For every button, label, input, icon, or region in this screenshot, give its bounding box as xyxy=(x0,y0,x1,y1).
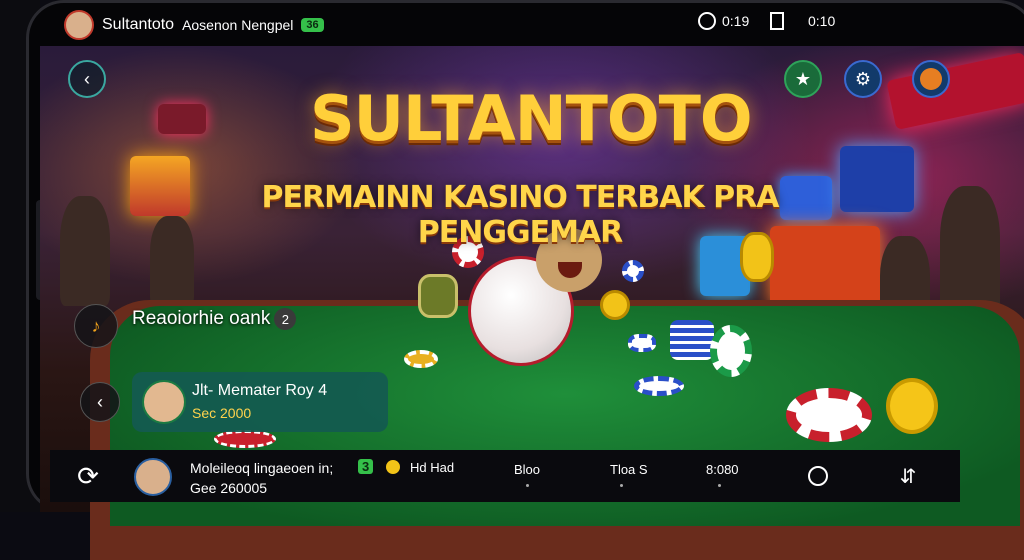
status-bar: Sultantoto Aosenon Nengpel 36 xyxy=(64,10,324,40)
status-username: Sultantoto xyxy=(102,16,175,33)
settings-button[interactable]: ⚙ xyxy=(844,60,882,98)
replay-prompt[interactable]: Reaoiorhie oank 2 xyxy=(132,306,297,332)
notification-title: Jlt- Memater Roy 4 xyxy=(192,382,328,399)
status-timer: 0:19 xyxy=(698,12,749,30)
clock-icon xyxy=(698,12,716,30)
status-extra-value: 0:10 xyxy=(808,13,836,29)
poker-chip xyxy=(710,325,752,377)
poker-chip xyxy=(622,260,644,282)
notification-avatar xyxy=(142,380,186,424)
star-icon: ★ xyxy=(794,68,812,89)
poker-chip xyxy=(404,350,438,368)
slot-machine xyxy=(130,156,190,216)
replay-badge-value: 2 xyxy=(281,311,289,327)
bottom-tab-1[interactable]: Bloo xyxy=(514,462,540,477)
bottom-user-name: Moleileoq lingaeoen in; xyxy=(190,460,334,476)
hero-title: SULTANTOTO xyxy=(310,82,753,155)
replay-label: Reaoiorhie oank xyxy=(132,308,271,329)
status-timer-value: 0:19 xyxy=(722,13,750,29)
bottom-navigation-bar: ⟳ Moleileoq lingaeoen in; 3 Hd Had Gee 2… xyxy=(50,450,960,502)
gold-coin xyxy=(600,290,630,320)
user-avatar[interactable] xyxy=(64,10,94,40)
bottom-user-extra: Hd Had xyxy=(410,460,455,475)
poker-chip xyxy=(634,376,684,396)
notification-card[interactable]: Jlt- Memater Roy 4 Sec 2000 xyxy=(132,372,388,432)
menu-icon: ⇵ xyxy=(899,465,917,488)
replay-badge: 2 xyxy=(274,308,297,330)
favorites-button[interactable]: ★ xyxy=(784,60,822,98)
music-button[interactable]: ♪ xyxy=(74,304,118,348)
gold-coin xyxy=(886,378,938,434)
neon-sign xyxy=(886,51,1024,131)
poker-chip-stack xyxy=(670,320,714,360)
mascot-mouth xyxy=(558,262,582,278)
search-icon xyxy=(808,466,828,486)
chevron-left-icon: ‹ xyxy=(84,68,90,89)
poker-chip xyxy=(214,430,276,448)
tab-indicator xyxy=(526,484,529,487)
status-badge: 36 xyxy=(301,18,324,32)
chevron-left-icon: ‹ xyxy=(97,391,103,412)
status-extra: 0:10 xyxy=(770,12,835,30)
refresh-button[interactable]: ⟳ xyxy=(68,456,108,496)
neon-sign xyxy=(158,104,206,134)
bottom-tab-3[interactable]: 8:080 xyxy=(706,462,739,477)
back-button[interactable]: ‹ xyxy=(68,60,106,98)
bottom-user-badge: 3 xyxy=(358,459,374,474)
gear-icon: ⚙ xyxy=(854,68,872,89)
poker-chip xyxy=(628,334,656,352)
bottom-badge-value: 3 xyxy=(362,459,370,474)
bottom-tab-2[interactable]: Tloa S xyxy=(610,462,648,477)
tab-indicator xyxy=(620,484,623,487)
tab-indicator xyxy=(718,484,721,487)
poker-chip xyxy=(418,274,458,318)
battery-icon xyxy=(770,12,784,30)
notice-back-button[interactable]: ‹ xyxy=(80,382,120,422)
hero-subtitle: PERMAINN KASINO TERBAK PRA PENGGEMAR xyxy=(261,180,780,250)
profile-button[interactable] xyxy=(912,60,950,98)
background-person xyxy=(940,186,1000,316)
search-button[interactable] xyxy=(798,456,838,496)
poker-chip xyxy=(786,388,872,442)
status-subtitle: Aosenon Nengpel xyxy=(182,17,294,33)
coin-icon xyxy=(386,460,400,474)
music-note-icon: ♪ xyxy=(91,315,101,336)
background-person xyxy=(150,216,194,306)
bottom-user-avatar[interactable] xyxy=(134,458,172,496)
menu-button[interactable]: ⇵ xyxy=(888,456,928,496)
notification-amount: Sec 2000 xyxy=(192,405,252,421)
background-person xyxy=(60,196,110,306)
refresh-icon: ⟳ xyxy=(77,460,99,491)
slot-machine xyxy=(840,146,914,212)
bottom-user-balance: Gee 260005 xyxy=(190,480,268,496)
mascot-avatar-icon xyxy=(920,68,942,90)
